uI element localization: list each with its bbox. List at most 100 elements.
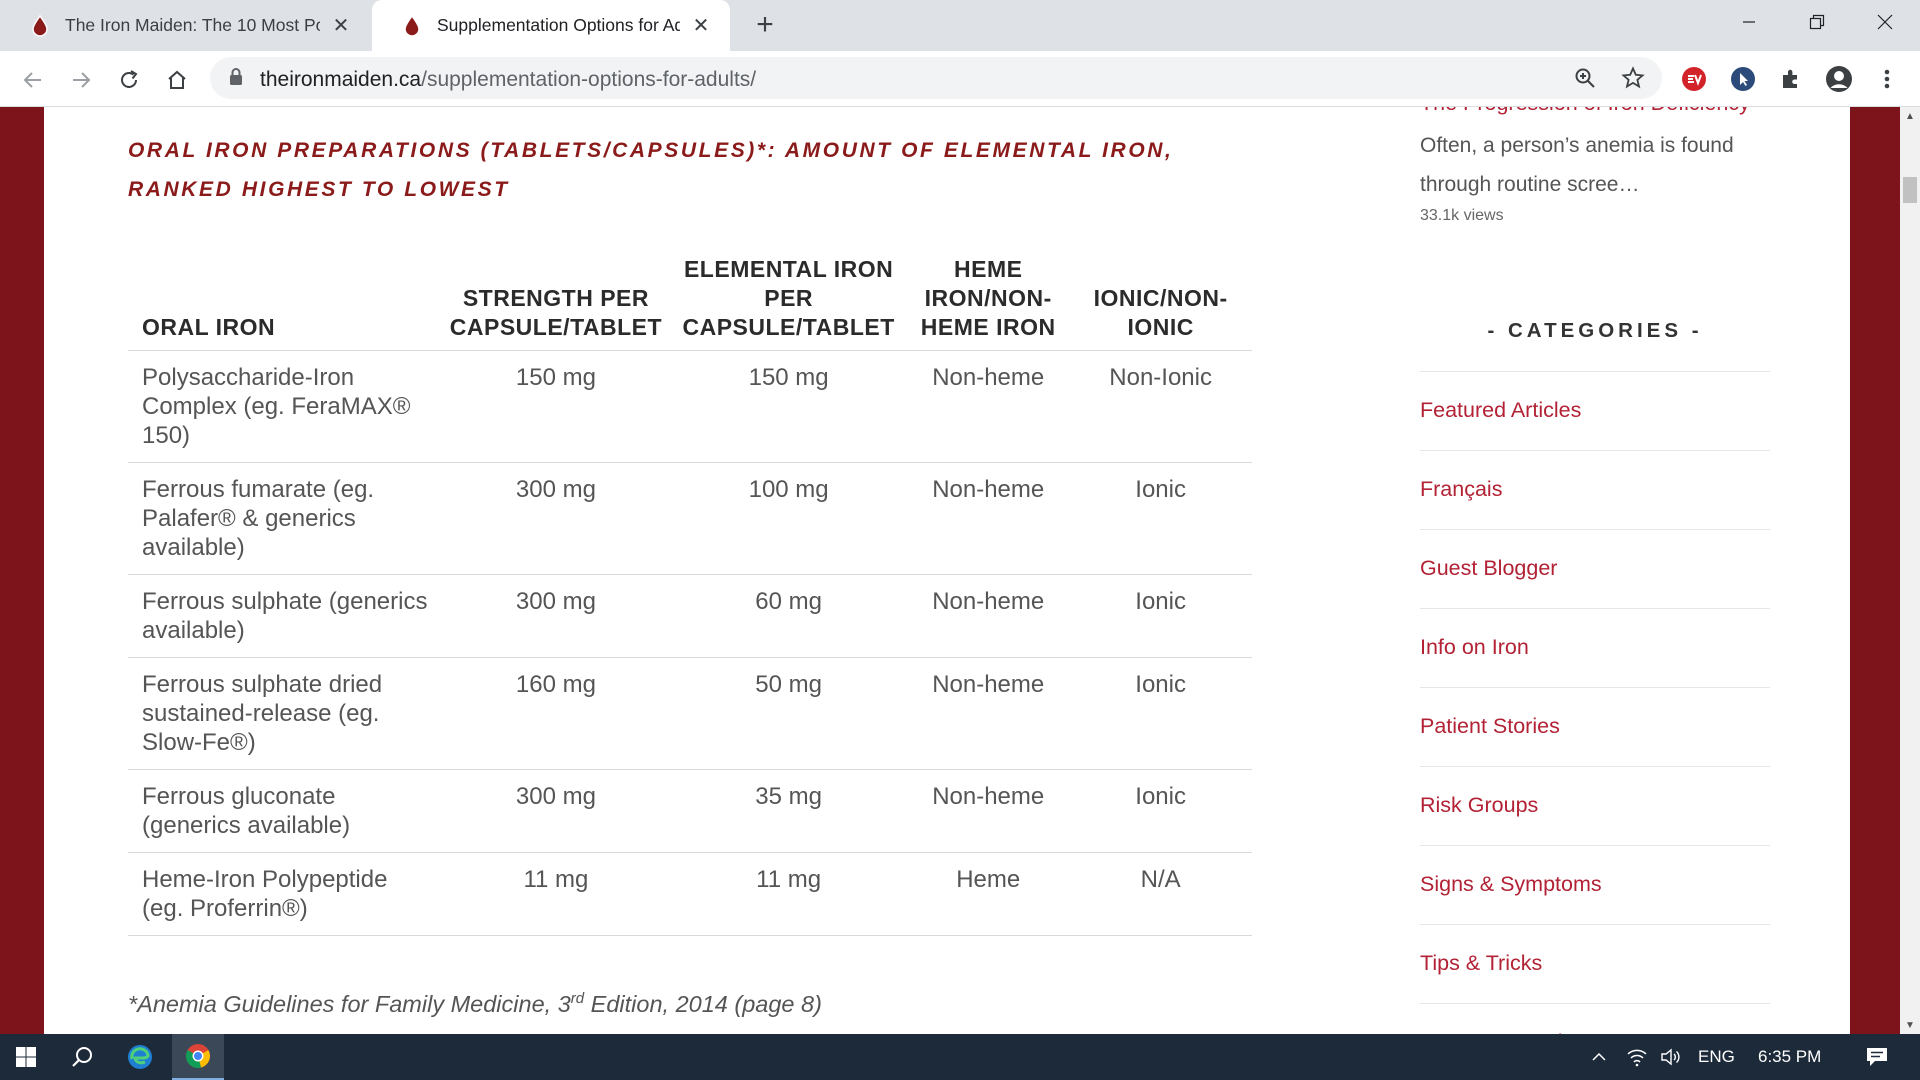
tab-title: Supplementation Options for Adults xyxy=(437,15,680,35)
edge-icon[interactable] xyxy=(116,1034,164,1080)
minimize-button[interactable] xyxy=(1718,0,1780,44)
category-link-guest-blogger[interactable]: Guest Blogger xyxy=(1420,529,1770,608)
blood-drop-icon xyxy=(32,14,48,37)
system-clock[interactable]: 6:35 PM xyxy=(1758,1047,1821,1067)
footnote-suffix: Edition, 2014 (page 8) xyxy=(584,990,822,1017)
category-link-patient-stories[interactable]: Patient Stories xyxy=(1420,687,1770,766)
chrome-icon[interactable] xyxy=(172,1034,224,1080)
back-icon[interactable] xyxy=(16,63,50,97)
category-link-featured-articles[interactable]: Featured Articles xyxy=(1420,371,1770,450)
category-link-francais[interactable]: Français xyxy=(1420,450,1770,529)
table-cell: 150 mg xyxy=(670,350,908,463)
url-text[interactable]: theironmaiden.ca/supplementation-options… xyxy=(260,68,756,92)
table-cell: Non-Ionic xyxy=(1069,350,1252,463)
extension-red-icon[interactable] xyxy=(1679,64,1709,94)
address-bar[interactable]: theironmaiden.ca/supplementation-options… xyxy=(210,57,1662,99)
profile-icon[interactable] xyxy=(1824,64,1854,94)
page-viewport: Oral Iron Preparations (Tablets/Capsules… xyxy=(0,107,1900,1034)
windows-taskbar: ENG 6:35 PM xyxy=(0,1034,1920,1080)
close-icon[interactable]: ✕ xyxy=(328,13,354,39)
table-header-row: ORAL IRON STRENGTH PER CAPSULE/TABLET EL… xyxy=(128,255,1252,351)
extension-cursor-icon[interactable] xyxy=(1728,64,1758,94)
table-row: Ferrous sulphate (generics available) 30… xyxy=(128,574,1252,658)
tab-strip: The Iron Maiden: The 10 Most Popular ✕ S… xyxy=(0,0,1920,51)
tab-supplementation-options[interactable]: Supplementation Options for Adults ✕ xyxy=(372,0,730,51)
column-header: ELEMENTAL IRON PER CAPSULE/TABLET xyxy=(670,255,908,351)
table-row: Ferrous fumarate (eg. Palafer® & generic… xyxy=(128,462,1252,575)
window-close-button[interactable] xyxy=(1854,0,1916,44)
chevron-up-icon[interactable]: ▲ xyxy=(1900,107,1920,125)
table-cell: 300 mg xyxy=(441,769,671,853)
categories-heading: - CATEGORIES - xyxy=(1487,319,1703,342)
column-header: STRENGTH PER CAPSULE/TABLET xyxy=(441,255,671,351)
table-cell: Non-heme xyxy=(907,657,1070,770)
restore-button[interactable] xyxy=(1786,0,1848,44)
table-row: Polysaccharide-Iron Complex (eg. FeraMAX… xyxy=(128,350,1252,463)
category-link-treatment-options[interactable]: Treatment Options xyxy=(1420,1003,1770,1034)
table-cell: 100 mg xyxy=(670,462,908,575)
iron-preparations-table: ORAL IRON STRENGTH PER CAPSULE/TABLET EL… xyxy=(128,255,1252,936)
table-cell: Non-heme xyxy=(907,350,1070,463)
table-cell: 300 mg xyxy=(441,462,671,575)
browser-toolbar: theironmaiden.ca/supplementation-options… xyxy=(0,51,1920,107)
tab-title: The Iron Maiden: The 10 Most Popular xyxy=(65,15,320,35)
table-cell: 160 mg xyxy=(441,657,671,770)
table-cell: 60 mg xyxy=(670,574,908,658)
sidebar: The Progression of Iron Deficiency Often… xyxy=(1420,107,1770,1034)
star-icon[interactable] xyxy=(1620,65,1646,91)
extension-icon[interactable] xyxy=(1776,64,1806,94)
table-cell: 300 mg xyxy=(441,574,671,658)
table-cell: 11 mg xyxy=(441,852,671,936)
chevron-up-icon[interactable] xyxy=(1586,1034,1612,1080)
notification-icon[interactable] xyxy=(1854,1034,1900,1080)
footnote-superscript: rd xyxy=(570,990,585,1007)
tab-iron-maiden-popular[interactable]: The Iron Maiden: The 10 Most Popular ✕ xyxy=(0,0,370,51)
table-cell: Non-heme xyxy=(907,769,1070,853)
table-cell: Ferrous fumarate (eg. Palafer® & generic… xyxy=(128,462,442,575)
input-language[interactable]: ENG xyxy=(1698,1047,1735,1067)
category-link-info-on-iron[interactable]: Info on Iron xyxy=(1420,608,1770,687)
page-scrollbar[interactable]: ▲ ▼ xyxy=(1900,107,1920,1034)
popular-post-title-link[interactable]: The Progression of Iron Deficiency xyxy=(1420,107,1750,116)
url-domain: theironmaiden.ca xyxy=(260,68,422,91)
windows-icon[interactable] xyxy=(0,1034,52,1080)
zoom-icon[interactable] xyxy=(1572,65,1598,91)
column-header: HEME IRON/NON-HEME IRON xyxy=(907,255,1070,351)
table-cell: N/A xyxy=(1069,852,1252,936)
footnote-prefix: *Anemia Guidelines for Family Medicine, … xyxy=(128,990,571,1017)
popular-post-views: 33.1k views xyxy=(1420,207,1504,224)
reload-icon[interactable] xyxy=(112,63,146,97)
section-heading: Oral Iron Preparations (Tablets/Capsules… xyxy=(128,139,1174,201)
category-link-signs-symptoms[interactable]: Signs & Symptoms xyxy=(1420,845,1770,924)
forward-icon[interactable] xyxy=(64,63,98,97)
page-content: Oral Iron Preparations (Tablets/Capsules… xyxy=(44,107,1850,1034)
table-cell: Non-heme xyxy=(907,574,1070,658)
menu-icon[interactable] xyxy=(1872,64,1902,94)
category-link-risk-groups[interactable]: Risk Groups xyxy=(1420,766,1770,845)
plus-icon[interactable]: + xyxy=(748,8,782,42)
column-header: IONIC/NON-IONIC xyxy=(1069,255,1252,351)
table-cell: Ferrous sulphate (generics available) xyxy=(128,574,442,658)
table-cell: Ionic xyxy=(1069,462,1252,575)
categories-list: Featured Articles Français Guest Blogger… xyxy=(1420,371,1770,1034)
table-cell: Non-heme xyxy=(907,462,1070,575)
volume-icon[interactable] xyxy=(1656,1034,1686,1080)
popular-post-excerpt: Often, a person’s anemia is found throug… xyxy=(1420,134,1734,196)
wifi-icon[interactable] xyxy=(1622,1034,1652,1080)
table-cell: 150 mg xyxy=(441,350,671,463)
table-row: Ferrous gluconate (generics available) 3… xyxy=(128,769,1252,853)
table-row: Heme-Iron Polypeptide (eg. Proferrin®) 1… xyxy=(128,852,1252,936)
lock-icon[interactable] xyxy=(228,67,244,87)
search-icon[interactable] xyxy=(58,1034,106,1080)
table-cell: Ionic xyxy=(1069,769,1252,853)
table-row: Ferrous sulphate dried sustained-release… xyxy=(128,657,1252,770)
chevron-down-icon[interactable]: ▼ xyxy=(1900,1016,1920,1034)
table-cell: 11 mg xyxy=(670,852,908,936)
home-icon[interactable] xyxy=(160,63,194,97)
scrollbar-thumb[interactable] xyxy=(1903,177,1917,203)
table-cell: Ferrous gluconate (generics available) xyxy=(128,769,442,853)
close-icon[interactable]: ✕ xyxy=(688,13,714,39)
url-path: /supplementation-options-for-adults/ xyxy=(421,68,757,91)
table-cell: Ferrous sulphate dried sustained-release… xyxy=(128,657,442,770)
category-link-tips-tricks[interactable]: Tips & Tricks xyxy=(1420,924,1770,1003)
